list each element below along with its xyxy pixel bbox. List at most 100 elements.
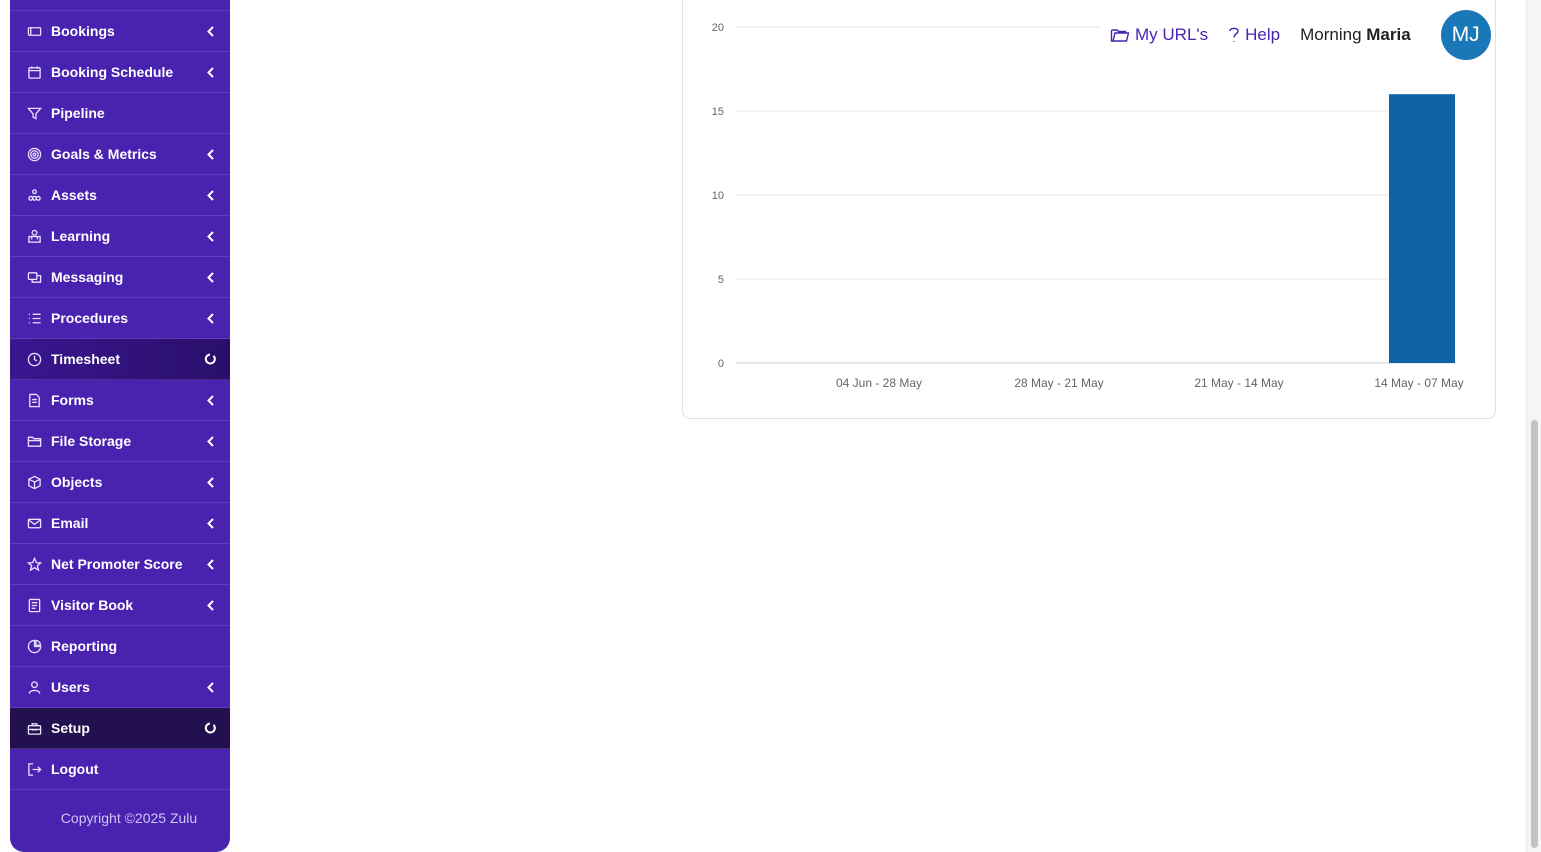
sidebar-item-assets[interactable]: Assets bbox=[10, 175, 230, 216]
sidebar-nav-list: Bookings Booking Schedule Pipeline Goals & … bbox=[10, 11, 230, 790]
sidebar-item-pipeline[interactable]: Pipeline bbox=[10, 93, 230, 134]
sidebar-item-label: Pipeline bbox=[51, 105, 105, 121]
top-bar: My URL's Help Morning Maria MJ bbox=[1100, 10, 1491, 60]
toolbox-icon bbox=[25, 719, 43, 737]
sidebar-item-label: Forms bbox=[51, 392, 94, 408]
messages-icon bbox=[25, 268, 43, 286]
sidebar-item-users[interactable]: Users bbox=[10, 667, 230, 708]
chevron-left-icon bbox=[204, 599, 216, 611]
boxes-icon bbox=[25, 186, 43, 204]
sidebar-item-label: File Storage bbox=[51, 433, 132, 449]
ticket-icon bbox=[25, 22, 43, 40]
sidebar-top-edge bbox=[10, 0, 230, 11]
star-icon bbox=[25, 555, 43, 573]
sidebar-item-label: Net Promoter Score bbox=[51, 556, 183, 572]
sidebar-item-label: Goals & Metrics bbox=[51, 146, 157, 162]
sidebar-item-forms[interactable]: Forms bbox=[10, 380, 230, 421]
sidebar-item-email[interactable]: Email bbox=[10, 503, 230, 544]
sidebar-item-label: Reporting bbox=[51, 638, 118, 654]
greeting: Morning Maria bbox=[1300, 25, 1411, 45]
sidebar-item-objects[interactable]: Objects bbox=[10, 462, 230, 503]
x-tick-label: 04 Jun - 28 May bbox=[836, 376, 922, 390]
bar-chart: 0 5 10 15 20 04 Jun - 28 May 28 May - 21 May 21… bbox=[712, 22, 1464, 390]
sidebar-item-label: Timesheet bbox=[51, 351, 120, 367]
target-icon bbox=[25, 145, 43, 163]
sidebar-item-label: Assets bbox=[51, 187, 97, 203]
cube-icon bbox=[25, 473, 43, 491]
sidebar-item-reporting[interactable]: Reporting bbox=[10, 626, 230, 667]
sidebar-item-file-storage[interactable]: File Storage bbox=[10, 421, 230, 462]
clock-icon bbox=[25, 350, 43, 368]
sidebar-item-label: Booking Schedule bbox=[51, 64, 174, 80]
list-icon bbox=[25, 309, 43, 327]
pie-icon bbox=[25, 637, 43, 655]
y-tick-label: 0 bbox=[718, 358, 724, 370]
calendar-icon bbox=[25, 63, 43, 81]
y-tick-label: 10 bbox=[712, 190, 724, 202]
sidebar-item-label: Setup bbox=[51, 720, 90, 736]
folder-icon bbox=[25, 432, 43, 450]
my-urls-label: My URL's bbox=[1135, 25, 1209, 44]
sidebar-item-label: Objects bbox=[51, 474, 103, 490]
chevron-left-icon bbox=[204, 435, 216, 447]
book-icon bbox=[25, 596, 43, 614]
user-name: Maria bbox=[1366, 25, 1411, 44]
sidebar-item-learning[interactable]: Learning bbox=[10, 216, 230, 257]
chevron-left-icon bbox=[204, 394, 216, 406]
sidebar-item-label: Users bbox=[51, 679, 90, 695]
sidebar-item-setup[interactable]: Setup bbox=[10, 708, 230, 749]
chevron-left-icon bbox=[204, 558, 216, 570]
x-tick-label: 28 May - 21 May bbox=[1014, 376, 1103, 390]
document-icon bbox=[25, 391, 43, 409]
chevron-left-icon bbox=[204, 517, 216, 529]
chevron-left-icon bbox=[204, 230, 216, 242]
y-tick-label: 5 bbox=[718, 274, 724, 286]
chevron-left-icon bbox=[204, 189, 216, 201]
chevron-left-icon bbox=[204, 66, 216, 78]
sidebar-item-label: Email bbox=[51, 515, 89, 531]
sidebar-item-timesheet[interactable]: Timesheet bbox=[10, 339, 230, 380]
sidebar-item-goals-and-metrics[interactable]: Goals & Metrics bbox=[10, 134, 230, 175]
user-icon bbox=[25, 678, 43, 696]
chevron-left-icon bbox=[204, 271, 216, 283]
y-tick-label: 15 bbox=[712, 106, 724, 118]
help-label: Help bbox=[1245, 25, 1281, 44]
learning-icon bbox=[25, 227, 43, 245]
sidebar-item-label: Bookings bbox=[51, 23, 115, 39]
sidebar-item-bookings[interactable]: Bookings bbox=[10, 11, 230, 52]
chart-card: 0 5 10 15 20 04 Jun - 28 May 28 May - 21 May 21… bbox=[682, 0, 1496, 419]
sidebar-item-messaging[interactable]: Messaging bbox=[10, 257, 230, 298]
sidebar-item-logout[interactable]: Logout bbox=[10, 749, 230, 790]
loading-spinner-icon bbox=[204, 353, 216, 365]
chevron-left-icon bbox=[204, 148, 216, 160]
loading-spinner-icon bbox=[204, 722, 216, 734]
chevron-left-icon bbox=[204, 25, 216, 37]
scrollbar-thumb[interactable] bbox=[1531, 420, 1538, 848]
sidebar-item-label: Messaging bbox=[51, 269, 124, 285]
x-tick-label: 21 May - 14 May bbox=[1194, 376, 1283, 390]
question-icon bbox=[1229, 27, 1239, 42]
sidebar-item-label: Learning bbox=[51, 228, 111, 244]
help-link[interactable]: Help bbox=[1228, 25, 1280, 45]
my-urls-link[interactable]: My URL's bbox=[1110, 25, 1208, 45]
bar-4[interactable] bbox=[1389, 94, 1455, 363]
sidebar-item-label: Logout bbox=[51, 761, 99, 777]
chevron-left-icon bbox=[204, 312, 216, 324]
envelope-icon bbox=[25, 514, 43, 532]
sidebar-item-procedures[interactable]: Procedures bbox=[10, 298, 230, 339]
logout-icon bbox=[25, 760, 43, 778]
sidebar-item-booking-schedule[interactable]: Booking Schedule bbox=[10, 52, 230, 93]
y-tick-label: 20 bbox=[712, 22, 724, 34]
sidebar: Bookings Booking Schedule Pipeline Goals & … bbox=[10, 0, 230, 852]
chevron-left-icon bbox=[204, 476, 216, 488]
page-scrollbar[interactable] bbox=[1526, 0, 1541, 852]
sidebar-item-visitor-book[interactable]: Visitor Book bbox=[10, 585, 230, 626]
sidebar-item-label: Procedures bbox=[51, 310, 129, 326]
avatar[interactable]: MJ bbox=[1440, 10, 1491, 60]
copyright-text: Copyright ©2025 Zulu bbox=[60, 810, 198, 826]
filter-icon bbox=[25, 104, 43, 122]
sidebar-item-net-promoter-score[interactable]: Net Promoter Score bbox=[10, 544, 230, 585]
sidebar-item-label: Visitor Book bbox=[51, 597, 134, 613]
greeting-text: Morning bbox=[1300, 25, 1362, 44]
x-tick-label: 14 May - 07 May bbox=[1374, 376, 1463, 390]
